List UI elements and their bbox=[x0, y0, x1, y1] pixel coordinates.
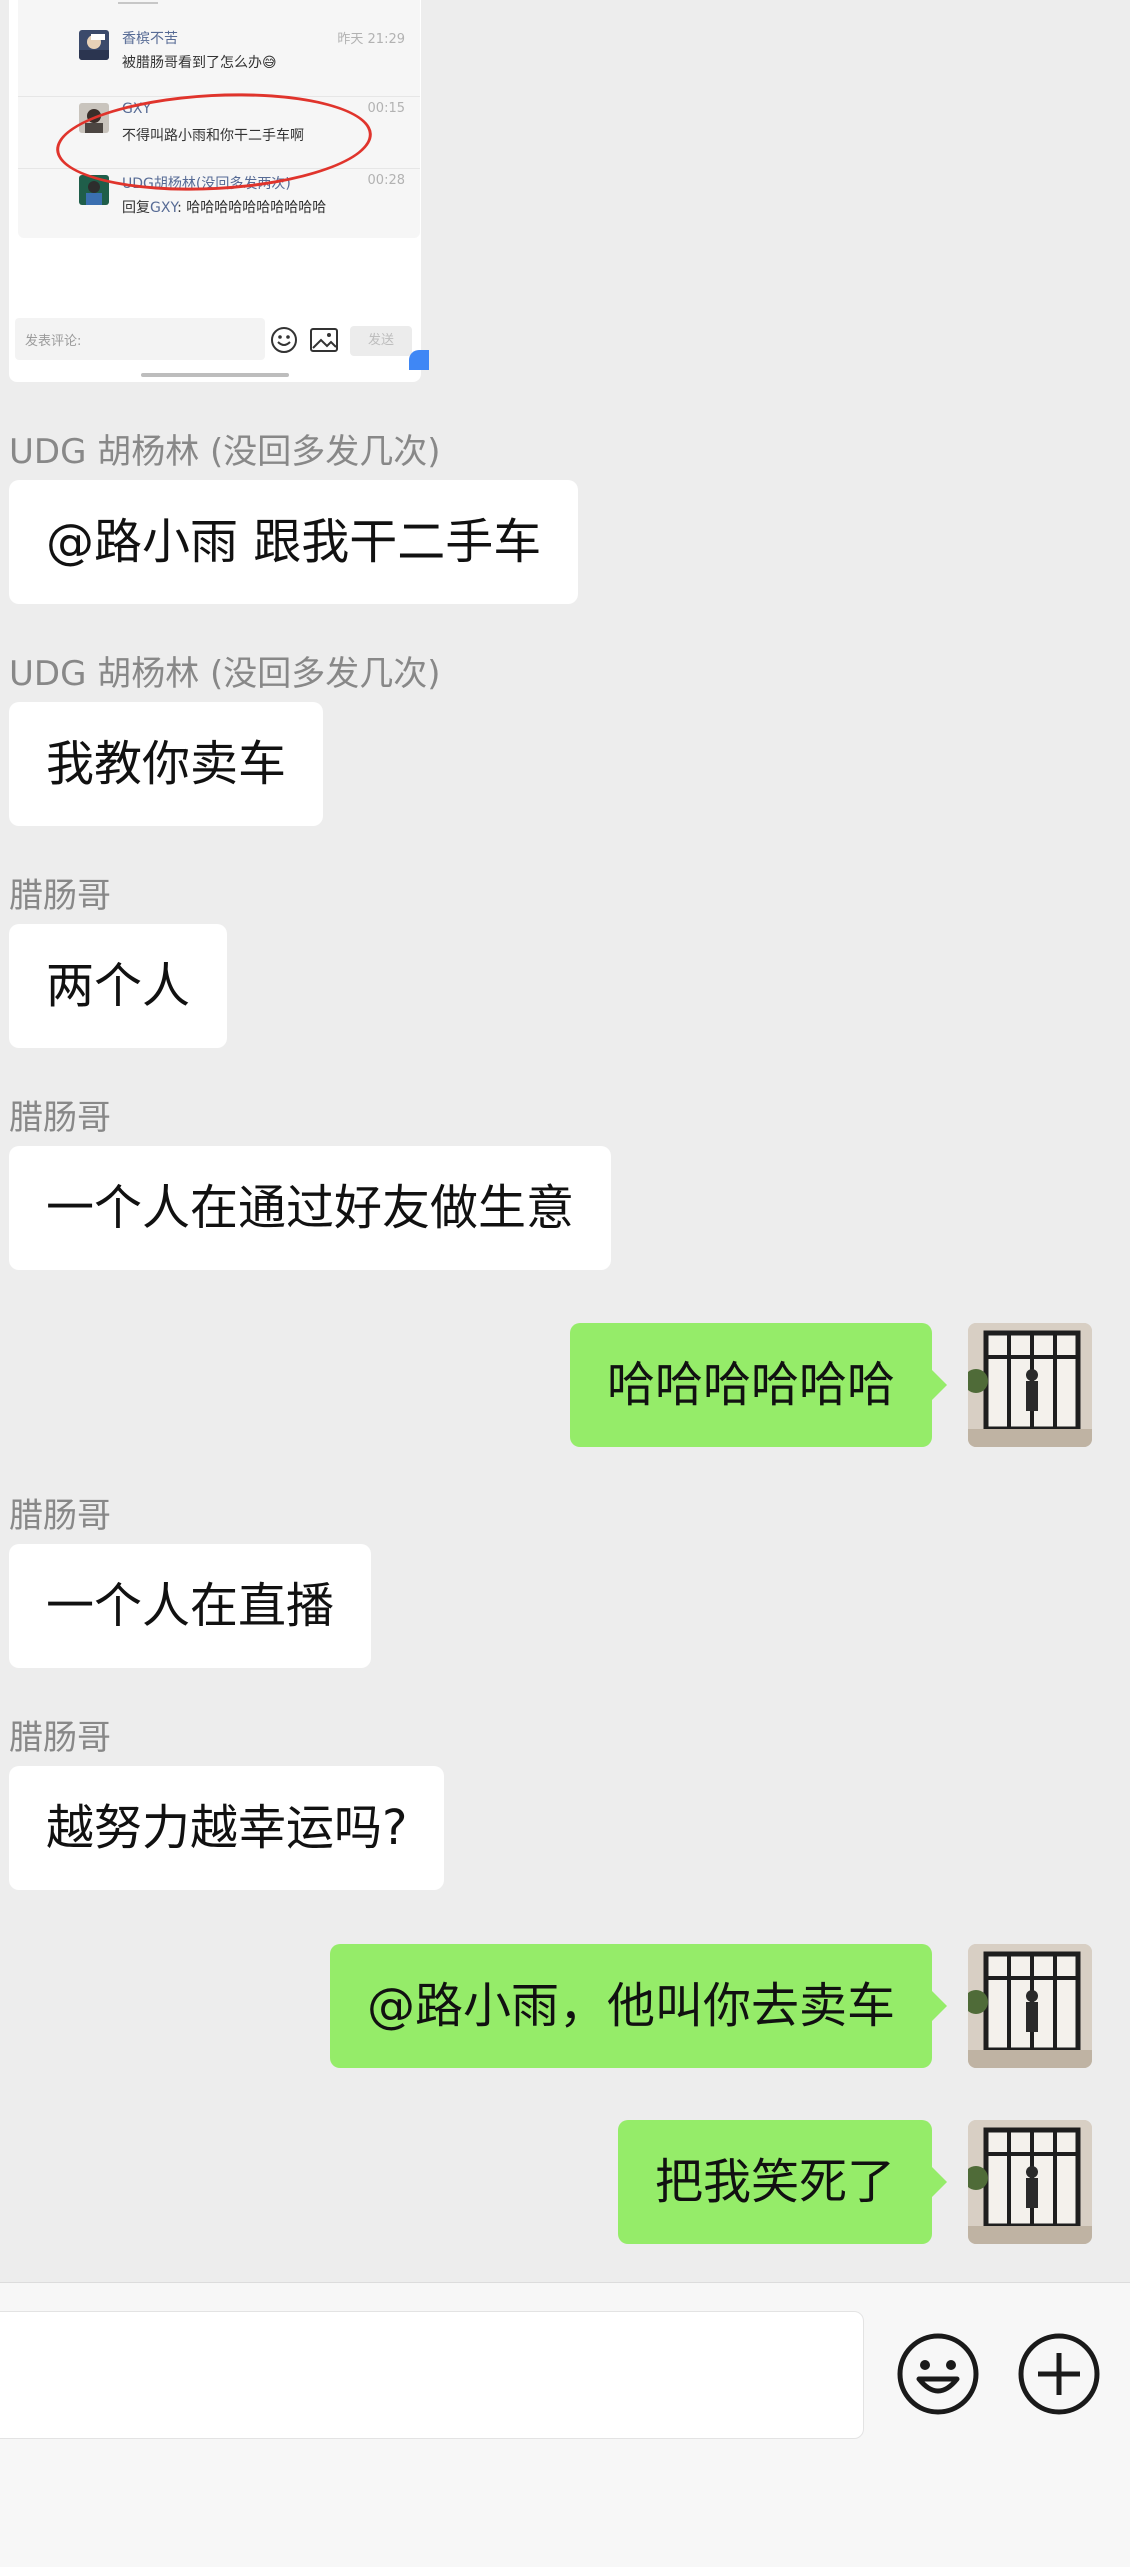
corner-badge bbox=[409, 350, 429, 370]
my-message-bubble[interactable]: @路小雨，他叫你去卖车 bbox=[329, 1944, 948, 2068]
my-avatar[interactable] bbox=[968, 1323, 1092, 1447]
my-avatar[interactable] bbox=[968, 1944, 1092, 2068]
my-message-bubble[interactable]: 哈哈哈哈哈哈 bbox=[569, 1323, 948, 1447]
message-bubble[interactable]: 一个人在直播 bbox=[9, 1544, 372, 1668]
shared-screenshot-image[interactable]: 香槟不苦 昨天 21:29 被腊肠哥看到了怎么办😅 GXY 00:15 不得叫路… bbox=[9, 0, 429, 382]
message-input[interactable] bbox=[0, 2311, 864, 2439]
message-bubble[interactable]: @路小雨 跟我干二手车 bbox=[9, 480, 579, 604]
message-bubble[interactable]: 我教你卖车 bbox=[9, 702, 324, 826]
comment-list: 香槟不苦 昨天 21:29 被腊肠哥看到了怎么办😅 GXY 00:15 不得叫路… bbox=[18, 0, 420, 238]
plus-circle-icon[interactable] bbox=[1016, 2331, 1102, 2417]
commenter-name: 香槟不苦 bbox=[122, 31, 178, 47]
sender-name: UDG 胡杨林 (没回多发几次) bbox=[9, 432, 441, 472]
chat-screen: 香槟不苦 昨天 21:29 被腊肠哥看到了怎么办😅 GXY 00:15 不得叫路… bbox=[0, 0, 1130, 2567]
send-button: 发送 bbox=[350, 326, 412, 356]
cutoff-line bbox=[118, 0, 158, 4]
message-bubble[interactable]: 两个人 bbox=[9, 924, 228, 1048]
comment-time: 昨天 21:29 bbox=[337, 32, 405, 47]
comment-text: 被腊肠哥看到了怎么办😅 bbox=[122, 55, 277, 71]
my-avatar[interactable] bbox=[968, 2120, 1092, 2244]
smiley-icon[interactable] bbox=[895, 2331, 981, 2417]
reply-prefix: 回复 bbox=[122, 200, 150, 216]
comment-input: 发表评论: bbox=[15, 318, 265, 360]
reply-target-name: GXY bbox=[150, 200, 178, 216]
sender-name: 腊肠哥 bbox=[9, 876, 111, 916]
comment-text: 回复GXY: 哈哈哈哈哈哈哈哈哈哈 bbox=[122, 197, 326, 217]
my-message-bubble[interactable]: 把我笑死了 bbox=[617, 2120, 948, 2244]
smiley-icon bbox=[270, 326, 298, 354]
comment-item: 香槟不苦 昨天 21:29 被腊肠哥看到了怎么办😅 bbox=[18, 24, 420, 90]
image-icon bbox=[309, 326, 339, 354]
chat-input-bar bbox=[0, 2282, 1130, 2567]
reply-text: : 哈哈哈哈哈哈哈哈哈哈 bbox=[177, 200, 327, 216]
comment-time: 00:15 bbox=[367, 101, 405, 116]
sender-name: UDG 胡杨林 (没回多发几次) bbox=[9, 654, 441, 694]
commenter-avatar bbox=[79, 30, 109, 60]
comment-time: 00:28 bbox=[367, 173, 405, 188]
sender-name: 腊肠哥 bbox=[9, 1718, 111, 1758]
sender-name: 腊肠哥 bbox=[9, 1098, 111, 1138]
sender-name: 腊肠哥 bbox=[9, 1496, 111, 1536]
message-bubble[interactable]: 越努力越幸运吗? bbox=[9, 1766, 445, 1890]
home-indicator bbox=[141, 373, 289, 377]
message-bubble[interactable]: 一个人在通过好友做生意 bbox=[9, 1146, 612, 1270]
